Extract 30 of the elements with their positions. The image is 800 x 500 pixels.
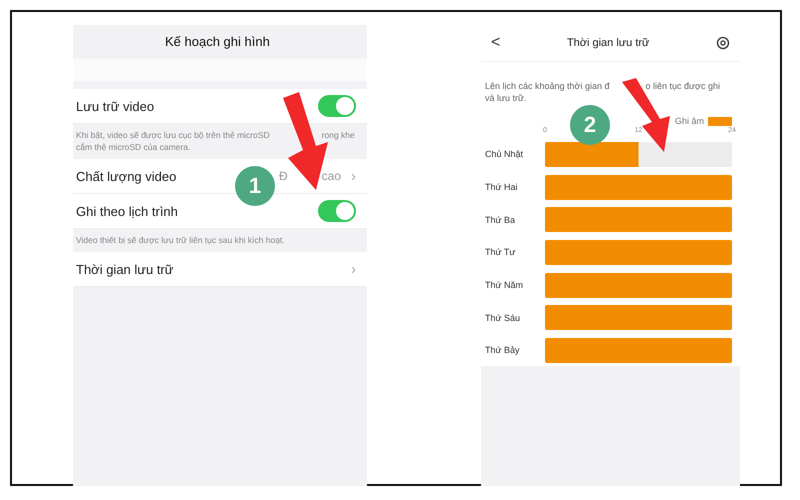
row-label: Ghi theo lịch trình xyxy=(76,204,178,218)
help-text: Khi bật, video sẽ được lưu cục bộ trên thẻ microSD xyxy=(76,129,270,141)
help-text: rong khe xyxy=(322,129,355,141)
row-value: Đ xyxy=(278,169,288,183)
description-text: và lưu trữ. xyxy=(485,92,527,104)
day-label: Thứ Năm xyxy=(485,280,524,290)
day-label: Thứ Hai xyxy=(485,182,519,192)
settings-icon[interactable] xyxy=(716,36,730,50)
screen-title: Thời gian lưu trữ xyxy=(566,37,650,49)
settings-row[interactable]: Thời gian lưu trữ › xyxy=(73,252,367,287)
screen-title: Kế hoạch ghi hình xyxy=(165,34,270,48)
help-text: Video thiết bị sẽ được lưu trữ liên tục sau khi kích hoạt. xyxy=(76,234,285,246)
help-text: cắm thẻ microSD của camera. xyxy=(76,141,190,153)
day-label: Thứ Sáu xyxy=(485,312,522,323)
row-label: Thời gian lưu trữ xyxy=(76,262,174,276)
chevron-icon: › xyxy=(351,168,356,184)
chevron-icon: › xyxy=(351,260,356,278)
legend-label: Ghi âm xyxy=(674,116,704,126)
toggle-switch[interactable] xyxy=(318,200,356,222)
back-button[interactable]: < xyxy=(491,34,500,52)
toggle-switch[interactable] xyxy=(318,95,356,117)
row-value: cao xyxy=(322,169,341,183)
day-label: Thứ Tư xyxy=(485,247,516,258)
description-text: o liên tục được ghi xyxy=(645,80,720,92)
row-label: Chất lượng video xyxy=(76,168,176,184)
day-label: Chủ Nhật xyxy=(485,149,524,160)
description-text: Lên lịch các khoảng thời gian đ xyxy=(485,80,610,92)
day-label: Thứ Bảy xyxy=(485,345,521,356)
day-label: Thứ Ba xyxy=(485,214,516,225)
row-label: Lưu trữ video xyxy=(76,98,154,114)
